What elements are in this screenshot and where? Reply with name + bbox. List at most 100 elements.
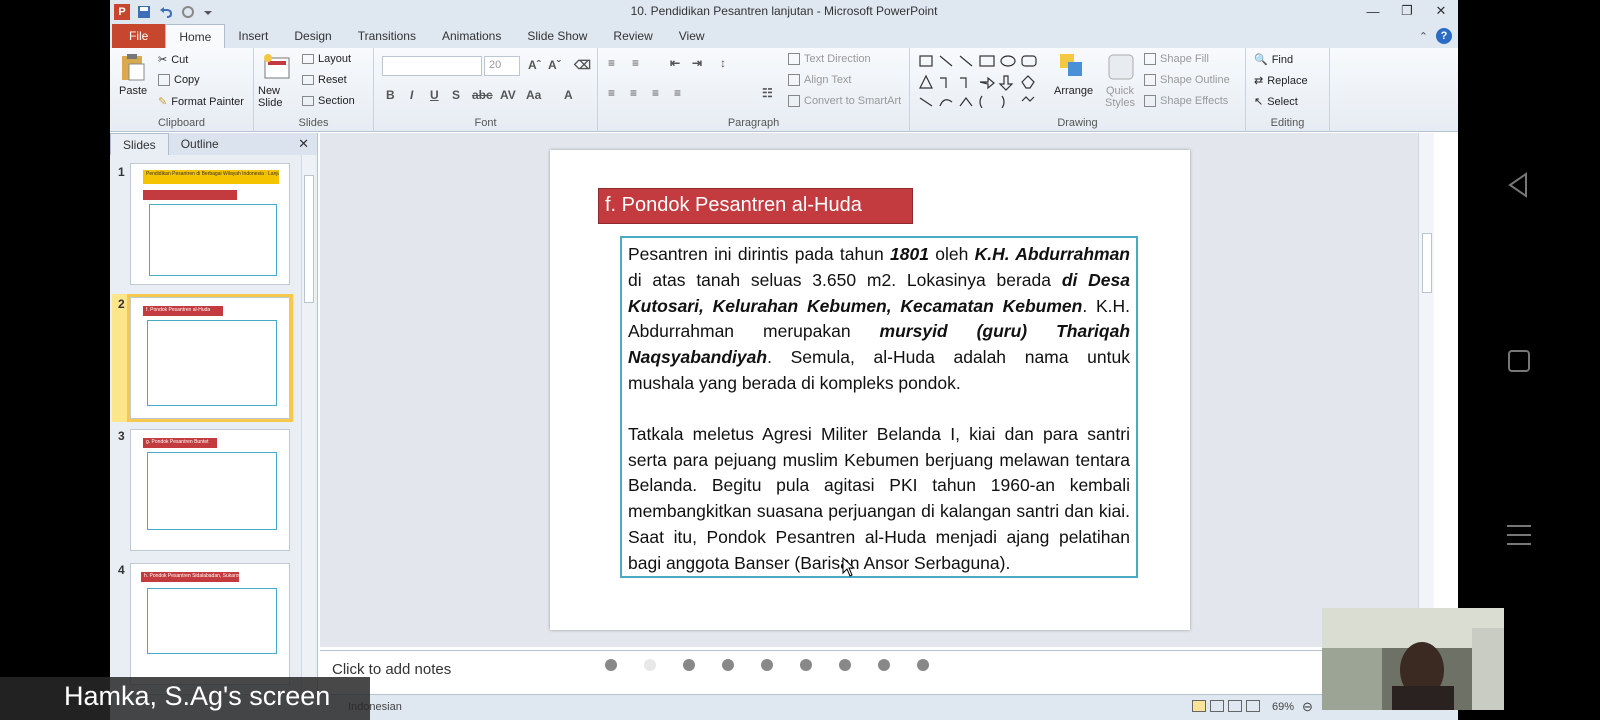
numbering-icon[interactable]: ≡ <box>632 56 639 70</box>
align-center-icon[interactable]: ≡ <box>630 86 637 100</box>
tab-review[interactable]: Review <box>600 24 665 48</box>
clear-formatting-icon[interactable]: ⌫ <box>574 58 591 72</box>
slide-show-icon[interactable] <box>1246 700 1260 712</box>
zoom-level[interactable]: 69% <box>1272 701 1294 713</box>
find-button[interactable]: 🔍 Find <box>1254 53 1293 67</box>
slide-thumbnail-1[interactable]: Pendidikan Pesantren di Berbagai Wilayah… <box>130 163 290 285</box>
tab-outline[interactable]: Outline <box>169 133 231 155</box>
dot <box>722 659 734 671</box>
layout-button[interactable]: Layout <box>302 53 351 65</box>
restore-icon[interactable]: ❐ <box>1390 0 1424 22</box>
new-slide-button[interactable]: New Slide <box>258 85 298 109</box>
tab-design[interactable]: Design <box>281 24 344 48</box>
minimize-icon[interactable]: — <box>1356 0 1390 22</box>
copy-icon <box>158 74 170 86</box>
text-direction-button[interactable]: Text Direction <box>788 53 871 65</box>
reset-button[interactable]: Reset <box>302 74 347 86</box>
shape-outline-button[interactable]: Shape Outline <box>1144 74 1230 86</box>
section-button[interactable]: Section <box>302 95 355 107</box>
slide-thumbnail-3[interactable]: g. Pondok Pesantren Buntet <box>130 429 290 551</box>
webcam-video[interactable] <box>1322 608 1504 710</box>
convert-smartart-button[interactable]: Convert to SmartArt <box>788 95 901 107</box>
bullets-icon[interactable]: ≡ <box>608 56 615 70</box>
change-case-icon[interactable]: Aa <box>526 88 541 102</box>
underline-icon[interactable]: U <box>430 88 439 102</box>
tab-file[interactable]: File <box>112 24 166 48</box>
editor-scroll-thumb[interactable] <box>1422 233 1432 293</box>
font-size-combo[interactable]: 20 <box>484 56 520 76</box>
replace-button[interactable]: ⇄ Replace <box>1254 74 1308 88</box>
cut-button[interactable]: ✂ Cut <box>158 53 188 67</box>
bold-icon[interactable]: B <box>386 88 395 102</box>
home-icon[interactable] <box>1506 348 1532 374</box>
tab-view[interactable]: View <box>666 24 718 48</box>
italic-icon[interactable]: I <box>410 88 413 102</box>
slide-thumbnail-4[interactable]: h. Pondok Pesantren Sidalabadan, Sukarot… <box>130 563 290 685</box>
shadow-icon[interactable]: S <box>452 88 460 102</box>
shrink-font-icon[interactable]: Aˇ <box>548 58 561 72</box>
layout-icon <box>302 54 314 64</box>
tab-insert[interactable]: Insert <box>225 24 281 48</box>
minimize-ribbon-icon[interactable]: ⌃ <box>1419 30 1428 43</box>
clipboard-group-label: Clipboard <box>157 117 206 129</box>
new-slide-icon[interactable] <box>262 52 292 82</box>
paste-icon[interactable] <box>118 52 148 82</box>
back-icon[interactable] <box>1504 170 1534 200</box>
select-button[interactable]: ↖ Select <box>1254 95 1298 109</box>
paste-button[interactable]: Paste <box>119 85 147 97</box>
columns-icon[interactable]: ☷ <box>762 86 773 100</box>
slide-title[interactable]: f. Pondok Pesantren al-Huda <box>598 188 913 224</box>
loading-dots <box>605 659 929 671</box>
slide-canvas[interactable]: f. Pondok Pesantren al-Huda Pesantren in… <box>550 150 1190 630</box>
line-spacing-icon[interactable]: ↕ <box>720 56 726 70</box>
convert-smartart-label: Convert to SmartArt <box>804 95 902 107</box>
panel-scrollbar[interactable] <box>301 155 315 693</box>
reading-view-icon[interactable] <box>1228 700 1242 712</box>
ribbon-tabs: File Home Insert Design Transitions Anim… <box>110 24 1458 48</box>
dot <box>878 659 890 671</box>
close-icon[interactable]: ✕ <box>1424 0 1458 22</box>
normal-view-icon[interactable] <box>1192 700 1206 712</box>
font-color-icon[interactable]: A <box>564 88 573 102</box>
slide-sorter-icon[interactable] <box>1210 700 1224 712</box>
screen-share-label: Hamka, S.Ag's screen <box>0 677 370 720</box>
decrease-indent-icon[interactable]: ⇤ <box>670 56 680 70</box>
help-icon[interactable]: ? <box>1436 28 1452 44</box>
notes-pane[interactable]: Click to add notes <box>320 650 1434 690</box>
arrange-button[interactable]: Arrange <box>1054 85 1093 97</box>
tab-home[interactable]: Home <box>165 24 226 48</box>
drawing-group: Arrange Quick Styles Shape Fill Shape Ou… <box>910 48 1246 132</box>
panel-scroll-thumb[interactable] <box>304 175 314 303</box>
font-name-combo[interactable] <box>382 56 482 76</box>
justify-icon[interactable]: ≡ <box>674 86 681 100</box>
panel-close-icon[interactable]: ✕ <box>298 136 309 152</box>
increase-indent-icon[interactable]: ⇥ <box>692 56 702 70</box>
tab-slide-show[interactable]: Slide Show <box>514 24 600 48</box>
pencil-icon <box>1144 74 1156 86</box>
tab-animations[interactable]: Animations <box>429 24 514 48</box>
menu-icon[interactable] <box>1504 520 1534 550</box>
align-right-icon[interactable]: ≡ <box>652 86 659 100</box>
format-painter-button[interactable]: ✎ Format Painter <box>158 95 244 109</box>
editing-group: 🔍 Find ⇄ Replace ↖ Select Editing <box>1246 48 1330 132</box>
align-text-button[interactable]: Align Text <box>788 74 852 86</box>
align-text-label: Align Text <box>804 74 852 86</box>
tab-transitions[interactable]: Transitions <box>345 24 429 48</box>
copy-button[interactable]: Copy <box>158 74 200 86</box>
shape-fill-button[interactable]: Shape Fill <box>1144 53 1209 65</box>
shape-effects-button[interactable]: Shape Effects <box>1144 95 1228 107</box>
slide-thumbnail-2[interactable]: f. Pondok Pesantren al-Huda <box>127 294 293 422</box>
quick-styles-button[interactable]: Quick Styles <box>1100 85 1140 109</box>
editor-scrollbar[interactable] <box>1418 133 1434 647</box>
grow-font-icon[interactable]: Aˆ <box>528 58 541 72</box>
zoom-out-icon[interactable]: ⊖ <box>1302 699 1313 715</box>
strikethrough-icon[interactable]: abc <box>472 88 493 102</box>
notes-placeholder[interactable]: Click to add notes <box>332 661 451 678</box>
slide-body-text[interactable]: Pesantren ini dirintis pada tahun 1801 o… <box>620 236 1138 578</box>
char-spacing-icon[interactable]: AV <box>500 88 516 102</box>
shapes-gallery[interactable] <box>916 52 1050 108</box>
tab-slides[interactable]: Slides <box>110 133 169 155</box>
align-left-icon[interactable]: ≡ <box>608 86 615 100</box>
quick-styles-icon[interactable] <box>1106 52 1136 82</box>
arrange-icon[interactable] <box>1058 52 1088 82</box>
